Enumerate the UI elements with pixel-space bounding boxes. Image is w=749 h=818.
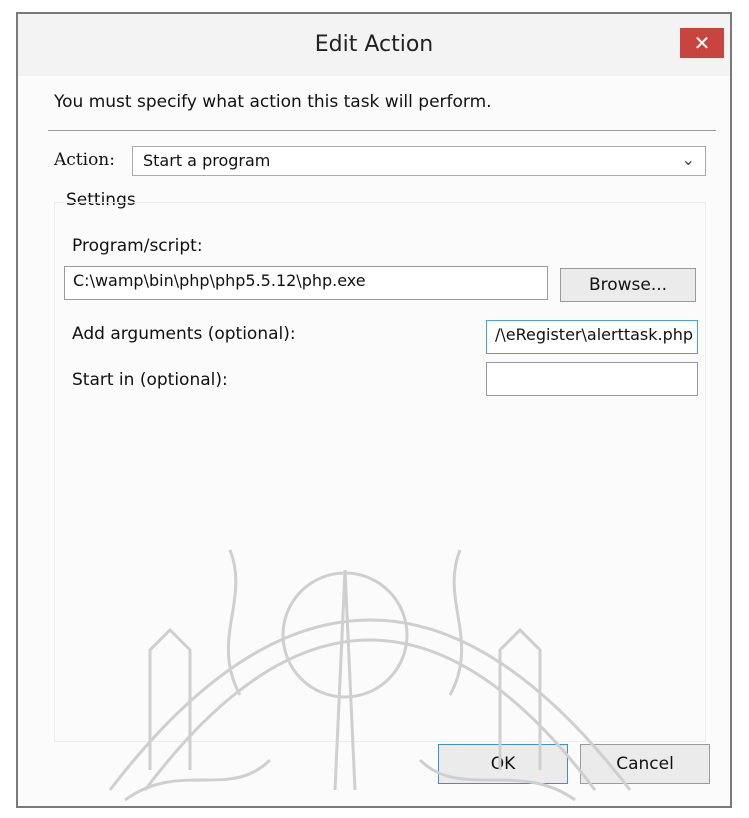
close-icon: ✕ (693, 31, 711, 55)
program-input[interactable]: C:\wamp\bin\php\php5.5.12\php.exe (64, 266, 548, 300)
program-label: Program/script: (72, 236, 203, 256)
close-button[interactable]: ✕ (680, 28, 724, 58)
arguments-input[interactable]: /\eRegister\alerttask.php (486, 320, 698, 354)
browse-button[interactable]: Browse... (560, 268, 696, 302)
cancel-button[interactable]: Cancel (580, 744, 710, 784)
start-in-input[interactable] (486, 362, 698, 396)
action-dropdown[interactable]: Start a program ⌄ (132, 146, 706, 176)
instruction-text: You must specify what action this task w… (54, 92, 492, 112)
edit-action-dialog: Edit Action ✕ You must specify what acti… (16, 12, 732, 808)
ok-button[interactable]: OK (438, 744, 568, 784)
dialog-title: Edit Action (314, 32, 434, 57)
start-in-label: Start in (optional): (72, 370, 228, 390)
arguments-label: Add arguments (optional): (72, 324, 296, 344)
chevron-down-icon: ⌄ (681, 150, 695, 169)
action-label: Action: (54, 150, 115, 170)
action-selected-value: Start a program (143, 151, 271, 170)
title-bar: Edit Action ✕ (18, 14, 730, 76)
separator (48, 130, 716, 131)
